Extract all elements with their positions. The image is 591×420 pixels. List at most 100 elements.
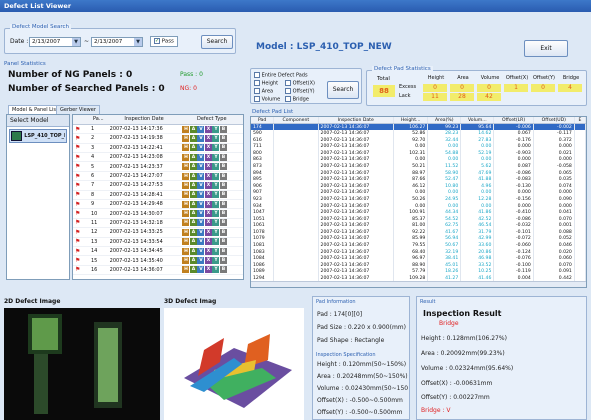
panel-stats-legend: Panel Statistics: [4, 61, 46, 67]
col-defect-type[interactable]: Defect Type: [180, 115, 243, 125]
pad-row[interactable]: 934 2007-02-13 14:36:07 0.00 0.00 0.00 0.000 0…: [251, 202, 586, 210]
pad-row[interactable]: 174 2007-02-13 14:36:07 106.27 99.23 95.64 -0…: [251, 123, 586, 131]
pad-cell: 85.99: [393, 235, 429, 243]
pad-col-header[interactable]: Component: [273, 117, 319, 125]
panel-row[interactable]: ⚑ 7 2007-02-13 14:27:53 H A V X Y B: [73, 180, 243, 191]
pad-cell: 92.70: [393, 136, 429, 144]
exit-button[interactable]: Exit: [524, 40, 568, 57]
panel-row[interactable]: ⚑ 3 2007-02-13 14:22:41 H A V X Y B: [73, 143, 243, 154]
panel-row[interactable]: ⚑ 8 2007-02-13 14:28:41 H A V X Y B: [73, 190, 243, 201]
pad-cell: 87.66: [393, 176, 429, 183]
date-label: Date :: [10, 38, 29, 45]
pad-row[interactable]: 590 2007-02-13 14:36:07 52.86 28.23 14.62 0.0…: [251, 130, 586, 137]
pad-cell-empty: [574, 248, 586, 256]
panel-row[interactable]: ⚑ 6 2007-02-13 14:27:07 H A V X Y B: [73, 171, 243, 182]
pad-cell: [273, 242, 319, 249]
pad-col-header[interactable]: Pad: [251, 117, 275, 125]
pad-row[interactable]: 873 2007-02-13 14:36:07 50.21 11.52 5.62 0.08…: [251, 163, 586, 170]
tab-model-panel[interactable]: Model & Panel List: [8, 105, 62, 114]
pad-row[interactable]: 1051 2007-02-13 14:36:07 85.37 54.52 42.52 -0…: [251, 215, 586, 223]
panel-row[interactable]: ⚑ 16 2007-02-13 14:36:07 H A V X Y B: [73, 265, 243, 276]
defect-type-badge: Y: [212, 200, 220, 208]
pad-col-header[interactable]: E: [574, 117, 586, 125]
entire-label: Entire Defect Pads: [261, 72, 308, 79]
chevron-down-icon[interactable]: ▼: [72, 38, 80, 46]
volume-checkbox[interactable]: Volume: [254, 96, 280, 103]
pad-col-header[interactable]: Offset(UD): [533, 117, 575, 125]
pad-row[interactable]: 1078 2007-02-13 14:36:07 92.22 41.67 31.79 -0…: [251, 229, 586, 236]
pass-checkbox[interactable]: ✓ Pass: [150, 36, 178, 47]
pad-cell: 0.000: [533, 156, 575, 164]
pad-cell: 4.96: [460, 182, 495, 190]
pad-col-header[interactable]: Height...: [393, 117, 429, 125]
pad-col-header[interactable]: Area(%): [427, 117, 462, 125]
panel-row[interactable]: ⚑ 14 2007-02-13 14:34:45 H A V X Y B: [73, 246, 243, 257]
search-button[interactable]: Search: [201, 35, 233, 49]
date-from-combo[interactable]: 2/13/2007 ▼: [29, 37, 81, 47]
panel-row[interactable]: ⚑ 4 2007-02-13 14:23:08 H A V X Y B: [73, 152, 243, 163]
pad-row[interactable]: 906 2007-02-13 14:36:07 46.12 10.80 4.96 -0.1…: [251, 182, 586, 190]
offset-y-checkbox[interactable]: Offset(Y): [285, 88, 315, 95]
pad-cell: 2007-02-13 14:36:07: [318, 209, 394, 216]
spec-volume: Volume : 0.02430mm(50~150: [317, 385, 409, 392]
entire-defect-checkbox[interactable]: Entire Defect Pads: [254, 72, 308, 79]
tab-gerber-viewer[interactable]: Gerber Viewer: [56, 105, 100, 114]
panel-number: 8: [89, 190, 108, 201]
pad-row[interactable]: 907 2007-02-13 14:36:07 0.00 0.00 0.00 0.000 0…: [251, 189, 586, 197]
pad-row[interactable]: 1061 2007-02-13 14:36:07 81.00 62.75 46.54 -0…: [251, 222, 586, 230]
spec-height: Height : 0.120mm(50~150%): [317, 361, 407, 368]
defect-type-badge: A: [189, 181, 197, 189]
pad-cell: 47.69: [460, 169, 495, 177]
pad-cell: 907: [251, 189, 275, 197]
pad-row[interactable]: 894 2007-02-13 14:36:07 88.97 58.90 47.69 -0.…: [251, 169, 586, 177]
pad-cell: 2007-02-13 14:36:07: [318, 182, 394, 190]
pad-col-header[interactable]: Inspection Date: [318, 117, 394, 125]
pad-row[interactable]: 1047 2007-02-13 14:36:07 100.91 44.34 41.86-…: [251, 209, 586, 216]
panel-row[interactable]: ⚑ 11 2007-02-13 14:32:18 H A V X Y B: [73, 218, 243, 229]
panel-row[interactable]: ⚑ 13 2007-02-13 14:33:54 H A V X Y B: [73, 237, 243, 247]
col-panel[interactable]: Pa...: [89, 115, 108, 125]
panel-row[interactable]: ⚑ 15 2007-02-13 14:35:40 H A V X Y B: [73, 255, 243, 266]
pad-row[interactable]: 1089 2007-02-13 14:36:07 57.79 18.26 10.25 -0…: [251, 268, 586, 276]
pad-row[interactable]: 1086 2007-02-13 14:36:07 88.90 45.01 33.52 -0…: [251, 262, 586, 269]
inspection-date: 2007-02-13 14:36:07: [107, 265, 181, 276]
chevron-down-icon[interactable]: ▼: [134, 38, 142, 46]
filter-search-button[interactable]: Search: [327, 81, 359, 99]
col-inspection-date[interactable]: Inspection Date: [107, 115, 181, 125]
pad-row[interactable]: 1083 2007-02-13 14:36:07 68.40 32.19 20.86 -0…: [251, 248, 586, 256]
pad-cell: 0.00: [427, 202, 462, 210]
pad-col-header[interactable]: Volum...: [460, 117, 495, 125]
panel-row[interactable]: ⚑ 1 2007-02-13 14:17:36 H A V X Y B: [73, 124, 243, 135]
panel-row[interactable]: ⚑ 9 2007-02-13 14:29:48 H A V X Y B: [73, 199, 243, 210]
offset-x-checkbox[interactable]: Offset(X): [285, 80, 315, 87]
defect-type-badge: A: [189, 125, 197, 133]
panel-row[interactable]: ⚑ 10 2007-02-13 14:30:07 H A V X Y B: [73, 208, 243, 219]
pad-cell: [273, 169, 319, 177]
area-checkbox[interactable]: Area: [254, 88, 273, 95]
pad-cell: 0.00: [460, 202, 495, 210]
horizontal-scrollbar[interactable]: [251, 281, 586, 287]
pad-row[interactable]: 863 2007-02-13 14:36:07 0.00 0.00 0.00 0.000 0…: [251, 156, 586, 164]
pad-cell: 41.88: [460, 176, 495, 183]
pad-cell: 0.074: [533, 182, 575, 190]
defect-type-badge: V: [197, 228, 205, 236]
pad-row[interactable]: 616 2007-02-13 14:36:07 92.70 32.44 27.83 -0.…: [251, 136, 586, 144]
pad-row[interactable]: 895 2007-02-13 14:36:07 87.66 52.47 41.88 -0.…: [251, 176, 586, 183]
date-to-combo[interactable]: 2/13/2007 ▼: [91, 37, 143, 47]
pad-row[interactable]: 711 2007-02-13 14:36:07 0.00 0.00 0.00 0.000 0…: [251, 143, 586, 150]
panel-row[interactable]: ⚑ 2 2007-02-13 14:19:38 H A V X Y B: [73, 133, 243, 144]
pad-row[interactable]: 1081 2007-02-13 14:36:07 79.55 50.67 33.60 -0…: [251, 242, 586, 249]
pad-row[interactable]: 923 2007-02-13 14:36:07 50.26 24.95 12.28 -0.…: [251, 196, 586, 203]
pad-col-header[interactable]: Offset(LR): [493, 117, 534, 125]
bridge-checkbox[interactable]: Bridge: [285, 96, 309, 103]
pad-row[interactable]: 1084 2007-02-13 14:36:07 96.97 38.41 46.98 -0…: [251, 255, 586, 263]
model-list-item[interactable]: LSP_410_TOP_NEW: [9, 129, 67, 143]
pad-row[interactable]: 1079 2007-02-13 14:36:07 85.99 56.94 42.99 -0…: [251, 235, 586, 243]
pad-row[interactable]: 800 2007-02-13 14:36:07 102.31 54.88 52.19 -0…: [251, 149, 586, 157]
panel-row[interactable]: ⚑ 12 2007-02-13 14:33:25 H A V X Y B: [73, 227, 243, 238]
panel-row[interactable]: ⚑ 5 2007-02-13 14:23:37 H A V X Y B: [73, 161, 243, 172]
pad-cell-empty: [574, 182, 586, 190]
pad-cell: 1079: [251, 235, 275, 243]
height-checkbox[interactable]: Height: [254, 80, 278, 87]
pad-list-legend: Defect Pad List: [252, 109, 294, 115]
